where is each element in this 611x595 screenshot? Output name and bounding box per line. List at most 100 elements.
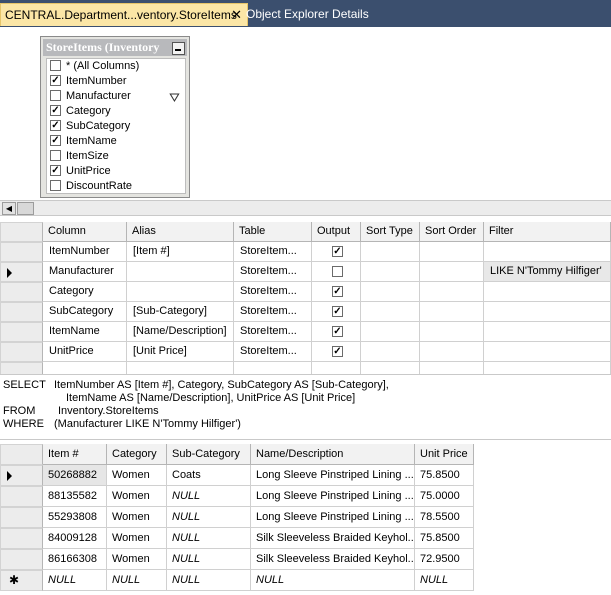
criteria-cell-table[interactable]: StoreItem... [234, 322, 312, 342]
results-cell[interactable]: 55293808 [43, 507, 107, 528]
results-cell[interactable]: 88135582 [43, 486, 107, 507]
criteria-cell-filter[interactable] [484, 322, 611, 342]
column-list-item[interactable]: Manufacturer [48, 89, 184, 104]
criteria-cell-table[interactable]: StoreItem... [234, 262, 312, 282]
column-checkbox[interactable] [50, 90, 61, 101]
criteria-cell-alias[interactable] [127, 362, 234, 374]
results-cell[interactable]: 75.8500 [415, 528, 474, 549]
criteria-cell-column[interactable]: UnitPrice [43, 342, 127, 362]
criteria-cell-table[interactable] [234, 362, 312, 374]
results-header-name-description[interactable]: Name/Description [251, 444, 415, 465]
criteria-header-filter[interactable]: Filter [484, 222, 611, 242]
criteria-cell-alias[interactable]: [Unit Price] [127, 342, 234, 362]
criteria-cell-filter[interactable]: LIKE N'Tommy Hilfiger' [484, 262, 611, 282]
scroll-left-arrow-icon[interactable]: ◀ [2, 202, 16, 215]
results-cell[interactable]: NULL [167, 486, 251, 507]
column-checkbox[interactable]: ✓ [50, 120, 61, 131]
results-cell[interactable]: Women [107, 528, 167, 549]
criteria-cell-alias[interactable]: [Sub-Category] [127, 302, 234, 322]
criteria-cell-output[interactable]: ✓ [312, 302, 361, 322]
column-checkbox[interactable]: ✓ [50, 105, 61, 116]
tab-object-explorer-details[interactable]: Object Explorer Details [244, 3, 369, 25]
results-cell[interactable]: 84009128 [43, 528, 107, 549]
criteria-cell-alias[interactable]: [Name/Description] [127, 322, 234, 342]
column-list-item[interactable]: ✓ UnitPrice [48, 164, 184, 179]
results-row-header[interactable] [0, 528, 43, 549]
output-checkbox[interactable] [332, 266, 343, 277]
results-row-header[interactable] [0, 549, 43, 570]
results-cell[interactable]: Long Sleeve Pinstriped Lining ... [251, 507, 415, 528]
sql-pane[interactable]: SELECT ItemNumber AS [Item #], Category,… [0, 374, 611, 440]
criteria-cell-output[interactable]: ✓ [312, 342, 361, 362]
results-cell[interactable]: Silk Sleeveless Braided Keyhol... [251, 549, 415, 570]
output-checkbox[interactable]: ✓ [332, 246, 343, 257]
column-list-item[interactable]: ✓ ItemNumber [48, 74, 184, 89]
output-checkbox[interactable]: ✓ [332, 326, 343, 337]
criteria-cell-sort-order[interactable] [420, 362, 484, 374]
criteria-row-header[interactable] [0, 362, 43, 374]
criteria-cell-sort-type[interactable] [361, 282, 420, 302]
table-window-storeitems[interactable]: StoreItems (Inventory * (All Columns) ✓ It… [40, 36, 190, 198]
results-cell[interactable]: 50268882 [43, 465, 107, 486]
criteria-cell-alias[interactable] [127, 262, 234, 282]
results-cell[interactable]: Women [107, 486, 167, 507]
results-cell[interactable]: Long Sleeve Pinstriped Lining ... [251, 486, 415, 507]
column-list-item[interactable]: ItemSize [48, 149, 184, 164]
diagram-horizontal-scrollbar[interactable]: ◀ [0, 200, 611, 216]
criteria-cell-output[interactable]: ✓ [312, 322, 361, 342]
criteria-cell-sort-order[interactable] [420, 342, 484, 362]
close-icon[interactable]: ✕ [231, 4, 242, 26]
column-checkbox[interactable]: ✓ [50, 135, 61, 146]
column-checkbox[interactable]: ✓ [50, 165, 61, 176]
results-new-row-cell[interactable]: NULL [107, 570, 167, 591]
results-cell[interactable]: Long Sleeve Pinstriped Lining ... [251, 465, 415, 486]
criteria-header-alias[interactable]: Alias [127, 222, 234, 242]
criteria-cell-column[interactable]: Category [43, 282, 127, 302]
results-cell[interactable]: 72.9500 [415, 549, 474, 570]
criteria-cell-sort-type[interactable] [361, 362, 420, 374]
criteria-cell-alias[interactable]: [Item #] [127, 242, 234, 262]
criteria-cell-filter[interactable] [484, 362, 611, 374]
column-list-item[interactable]: * (All Columns) [48, 59, 184, 74]
criteria-header-sort-order[interactable]: Sort Order [420, 222, 484, 242]
output-checkbox[interactable]: ✓ [332, 306, 343, 317]
results-new-row-cell[interactable]: NULL [167, 570, 251, 591]
tab-storeitems-query[interactable]: CENTRAL.Department...ventory.StoreItems … [0, 3, 248, 26]
column-checkbox[interactable]: ✓ [50, 75, 61, 86]
results-cell[interactable]: Women [107, 465, 167, 486]
criteria-cell-output[interactable] [312, 362, 361, 374]
column-checkbox[interactable] [50, 150, 61, 161]
criteria-cell-column[interactable]: Manufacturer [43, 262, 127, 282]
minimize-icon[interactable] [172, 42, 185, 55]
criteria-cell-sort-type[interactable] [361, 342, 420, 362]
results-new-row-cell[interactable]: NULL [43, 570, 107, 591]
results-new-row-cell[interactable]: NULL [251, 570, 415, 591]
table-window-title[interactable]: StoreItems (Inventory [43, 39, 187, 56]
results-header-sub-category[interactable]: Sub-Category [167, 444, 251, 465]
results-cell[interactable]: NULL [167, 528, 251, 549]
criteria-cell-sort-type[interactable] [361, 302, 420, 322]
results-cell[interactable]: 75.0000 [415, 486, 474, 507]
results-row-header[interactable] [0, 486, 43, 507]
criteria-cell-sort-type[interactable] [361, 322, 420, 342]
criteria-row-header[interactable] [0, 242, 43, 262]
results-cell[interactable]: 78.5500 [415, 507, 474, 528]
results-cell[interactable]: NULL [167, 507, 251, 528]
criteria-cell-filter[interactable] [484, 342, 611, 362]
criteria-cell-sort-order[interactable] [420, 282, 484, 302]
column-checkbox[interactable] [50, 180, 61, 191]
column-list-item[interactable]: ✓ Category [48, 104, 184, 119]
results-row-header[interactable] [0, 465, 43, 486]
criteria-cell-sort-type[interactable] [361, 262, 420, 282]
criteria-cell-table[interactable]: StoreItem... [234, 282, 312, 302]
criteria-cell-filter[interactable] [484, 302, 611, 322]
criteria-cell-column[interactable]: SubCategory [43, 302, 127, 322]
results-header-category[interactable]: Category [107, 444, 167, 465]
criteria-cell-output[interactable] [312, 262, 361, 282]
criteria-cell-filter[interactable] [484, 242, 611, 262]
criteria-header-sort-type[interactable]: Sort Type [361, 222, 420, 242]
criteria-row-header[interactable] [0, 322, 43, 342]
column-checkbox[interactable] [50, 60, 61, 71]
results-cell[interactable]: Coats [167, 465, 251, 486]
results-cell[interactable]: Silk Sleeveless Braided Keyhol... [251, 528, 415, 549]
